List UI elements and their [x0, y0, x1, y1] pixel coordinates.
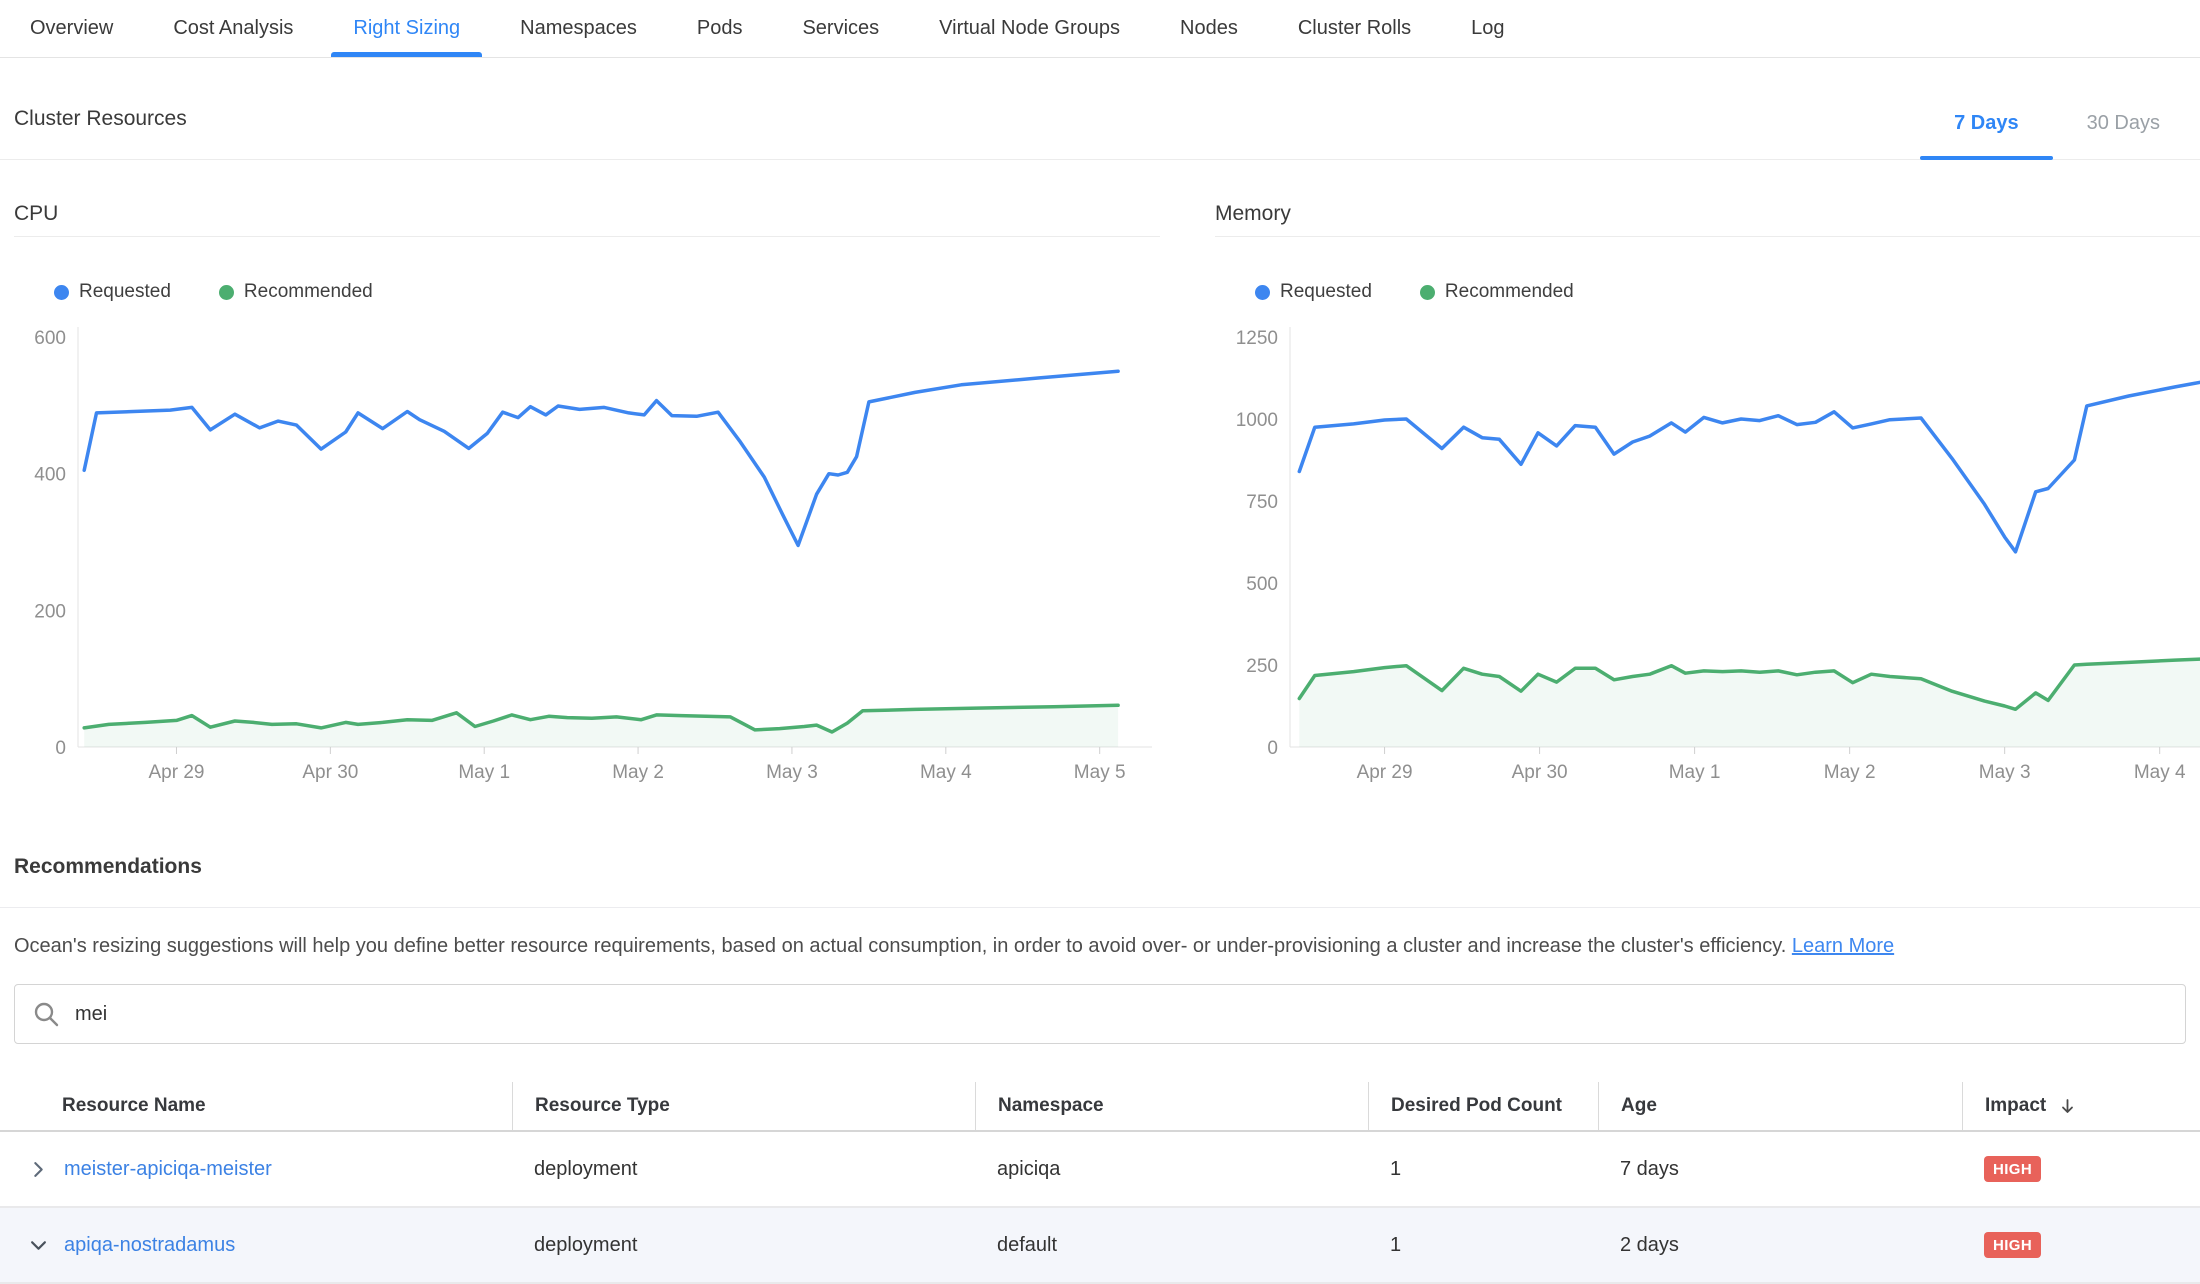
impact-badge: HIGH	[1984, 1156, 2041, 1182]
tab-virtual-node-groups[interactable]: Virtual Node Groups	[909, 0, 1150, 57]
cell-namespace: apiciqa	[975, 1158, 1368, 1181]
x-tick-label: Apr 30	[302, 762, 358, 783]
y-tick-label: 200	[34, 601, 66, 622]
cluster-resources-title: Cluster Resources	[14, 107, 187, 131]
x-tick-label: May 1	[458, 762, 510, 783]
period-tab-30-days[interactable]: 30 Days	[2053, 112, 2194, 159]
chevron-down-icon[interactable]	[28, 1235, 48, 1255]
recommendations-header: Recommendations	[0, 855, 2200, 908]
cell-resource-type: deployment	[512, 1158, 975, 1181]
memory-chart-title: Memory	[1215, 202, 2200, 237]
x-tick-label: Apr 30	[1512, 762, 1568, 783]
tab-overview[interactable]: Overview	[0, 0, 143, 57]
legend-label: Requested	[79, 281, 171, 303]
cell-desired-pod-count: 1	[1368, 1234, 1598, 1257]
y-tick-label: 400	[34, 465, 66, 486]
requested-dot-icon	[54, 285, 69, 300]
learn-more-link[interactable]: Learn More	[1792, 935, 1894, 957]
cell-namespace: default	[975, 1234, 1368, 1257]
tab-nodes[interactable]: Nodes	[1150, 0, 1268, 57]
chevron-right-icon[interactable]	[28, 1159, 48, 1179]
recommendations-description: Ocean's resizing suggestions will help y…	[0, 934, 2200, 958]
y-tick-label: 250	[1246, 656, 1278, 677]
tab-right-sizing[interactable]: Right Sizing	[323, 0, 490, 57]
legend-label: Requested	[1280, 281, 1372, 303]
y-tick-label: 750	[1246, 492, 1278, 513]
tab-services[interactable]: Services	[772, 0, 909, 57]
header-age: Age	[1598, 1082, 1962, 1130]
table-row[interactable]: apiqa-nostradamus deployment default 1 2…	[0, 1208, 2200, 1284]
sort-descending-icon[interactable]	[2058, 1097, 2077, 1116]
recommended-area	[84, 705, 1118, 747]
legend-item-recommended[interactable]: Recommended	[219, 281, 373, 303]
x-tick-label: May 2	[612, 762, 664, 783]
x-tick-label: Apr 29	[148, 762, 204, 783]
period-toggle: 7 Days 30 Days	[1920, 112, 2194, 159]
requested-line	[84, 371, 1118, 545]
top-nav: Overview Cost Analysis Right Sizing Name…	[0, 0, 2200, 58]
charts-row: CPU Requested Recommended 0 200 400 600 Apr …	[0, 160, 2200, 787]
x-tick-label: May 3	[1979, 762, 2031, 783]
legend-item-requested[interactable]: Requested	[54, 281, 171, 303]
recommended-dot-icon	[219, 285, 234, 300]
resource-name-link[interactable]: apiqa-nostradamus	[64, 1234, 235, 1257]
x-tick-label: May 4	[2134, 762, 2186, 783]
y-tick-label: 0	[1267, 738, 1278, 759]
search-box	[14, 984, 2186, 1044]
requested-dot-icon	[1255, 285, 1270, 300]
search-icon	[33, 1001, 60, 1028]
y-tick-label: 600	[34, 328, 66, 349]
cell-age: 7 days	[1598, 1158, 1962, 1181]
search-input[interactable]	[75, 1003, 2167, 1026]
tab-cost-analysis[interactable]: Cost Analysis	[143, 0, 323, 57]
x-tick-label: May 5	[1074, 762, 1126, 783]
y-tick-label: 0	[55, 738, 66, 759]
tab-cluster-rolls[interactable]: Cluster Rolls	[1268, 0, 1441, 57]
recommended-dot-icon	[1420, 285, 1435, 300]
header-impact[interactable]: Impact	[1962, 1082, 2200, 1130]
y-tick-label: 1000	[1236, 410, 1278, 431]
period-tab-7-days[interactable]: 7 Days	[1920, 112, 2053, 159]
cpu-chart-card: CPU Requested Recommended 0 200 400 600 Apr …	[14, 202, 1160, 787]
legend-label: Recommended	[244, 281, 373, 303]
x-tick-label: May 2	[1824, 762, 1876, 783]
impact-badge: HIGH	[1984, 1232, 2041, 1258]
header-impact-label: Impact	[1985, 1095, 2046, 1117]
table-row[interactable]: meister-apiciqa-meister deployment apici…	[0, 1132, 2200, 1208]
x-tick-label: Apr 29	[1357, 762, 1413, 783]
cluster-resources-bar: Cluster Resources 7 Days 30 Days	[0, 58, 2200, 160]
legend-item-requested[interactable]: Requested	[1255, 281, 1372, 303]
x-tick-label: May 4	[920, 762, 972, 783]
tab-namespaces[interactable]: Namespaces	[490, 0, 667, 57]
header-namespace: Namespace	[975, 1082, 1368, 1130]
x-tick-label: May 1	[1669, 762, 1721, 783]
recommendations-table: Resource Name Resource Type Namespace De…	[0, 1082, 2200, 1284]
header-desired-pod-count: Desired Pod Count	[1368, 1082, 1598, 1130]
y-tick-label: 1250	[1236, 328, 1278, 349]
cpu-line-chart[interactable]: 0 200 400 600 Apr 29 Apr 30 May 1 May 2 May 3 May…	[14, 317, 1160, 787]
cell-desired-pod-count: 1	[1368, 1158, 1598, 1181]
table-header-row: Resource Name Resource Type Namespace De…	[0, 1082, 2200, 1132]
recommendations-description-text: Ocean's resizing suggestions will help y…	[14, 935, 1786, 957]
right-sizing-page: { "accent_color": "#2f86f6", "link_color…	[0, 0, 2200, 1264]
cpu-chart-title: CPU	[14, 202, 1160, 237]
memory-chart-card: Memory Requested Recommended 0 250 500 750 1…	[1215, 202, 2200, 787]
header-resource-type: Resource Type	[512, 1082, 975, 1130]
recommendations-title: Recommendations	[14, 855, 2186, 879]
cell-resource-type: deployment	[512, 1234, 975, 1257]
resource-name-link[interactable]: meister-apiciqa-meister	[64, 1158, 272, 1181]
tab-log[interactable]: Log	[1441, 0, 1534, 57]
legend-label: Recommended	[1445, 281, 1574, 303]
cpu-chart-legend: Requested Recommended	[54, 281, 1160, 303]
tab-pods[interactable]: Pods	[667, 0, 773, 57]
x-tick-label: May 3	[766, 762, 818, 783]
memory-line-chart[interactable]: 0 250 500 750 1000 1250 Apr 29 Apr 30 May 1 May 2…	[1215, 317, 2200, 787]
legend-item-recommended[interactable]: Recommended	[1420, 281, 1574, 303]
y-tick-label: 500	[1246, 574, 1278, 595]
requested-line	[1299, 382, 2200, 552]
cell-age: 2 days	[1598, 1234, 1962, 1257]
header-resource-name: Resource Name	[0, 1082, 512, 1130]
memory-chart-legend: Requested Recommended	[1255, 281, 2200, 303]
